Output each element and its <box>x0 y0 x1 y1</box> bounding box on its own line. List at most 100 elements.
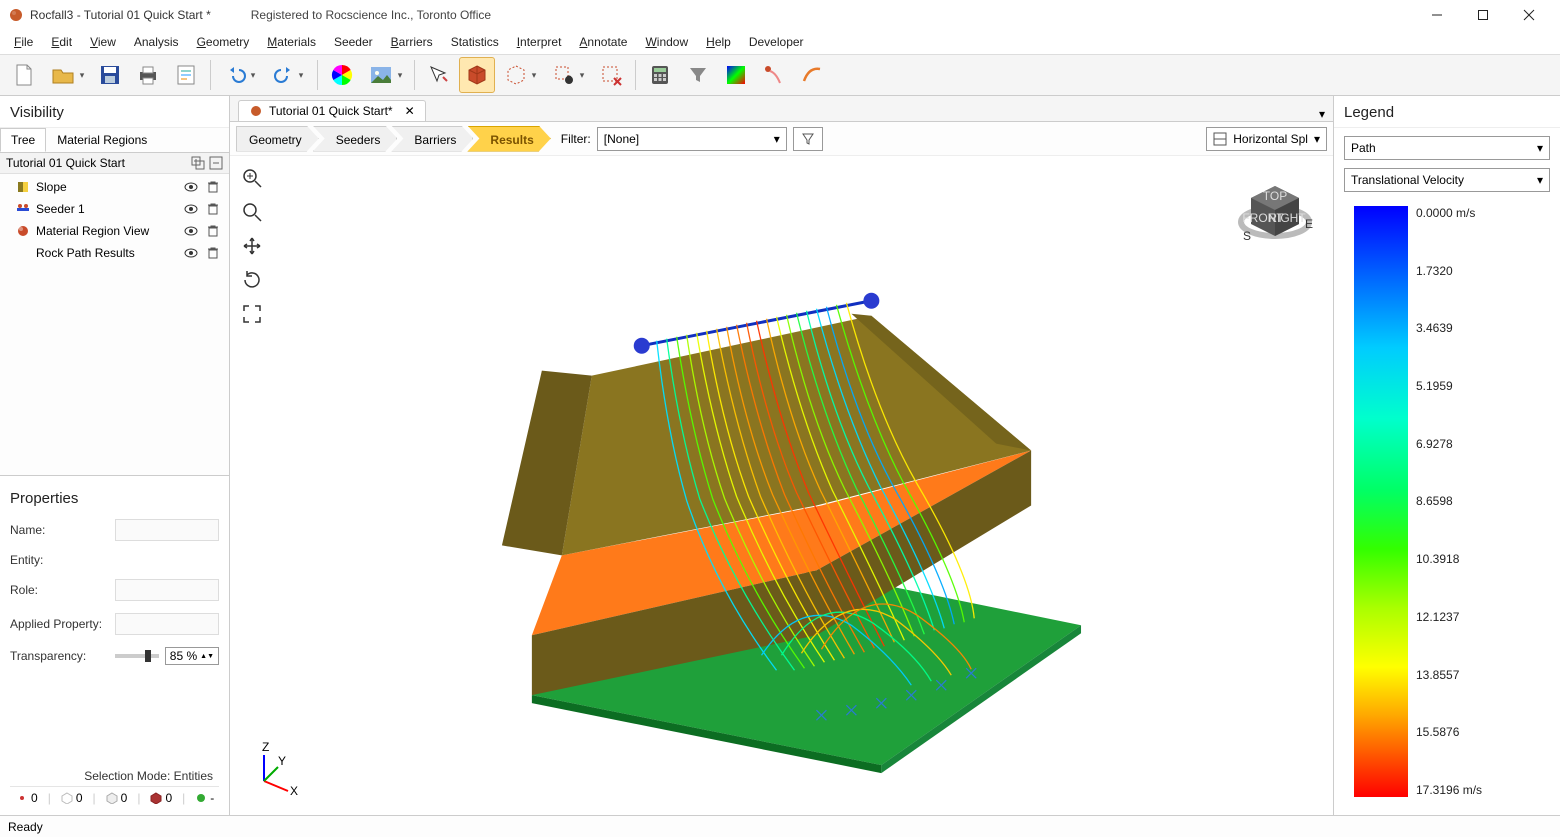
redo-button[interactable] <box>265 57 311 93</box>
color-wheel-button[interactable] <box>324 57 360 93</box>
tree-label: Slope <box>36 180 177 194</box>
compute-button[interactable] <box>642 57 678 93</box>
registration-text: Registered to Rocscience Inc., Toronto O… <box>251 8 491 22</box>
menu-annotate[interactable]: Annotate <box>571 33 635 51</box>
heatmap-button[interactable] <box>718 57 754 93</box>
legend-select-path[interactable]: Path▾ <box>1344 136 1550 160</box>
svg-text:X: X <box>290 784 298 798</box>
menu-file[interactable]: File <box>6 33 41 51</box>
filter-settings-button[interactable] <box>793 127 823 151</box>
crumb-results[interactable]: Results <box>467 126 550 152</box>
print-button[interactable] <box>130 57 166 93</box>
3d-viewport[interactable]: Z X Y TOP FRONT RIGHT S E <box>230 156 1333 815</box>
delete-icon[interactable] <box>205 179 221 195</box>
axis-gizmo: Z X Y <box>246 739 306 799</box>
visibility-tree: Slope Seeder 1 Material Region View Rock… <box>0 174 229 475</box>
menu-barriers[interactable]: Barriers <box>383 33 441 51</box>
applied-label: Applied Property: <box>10 617 115 631</box>
menu-interpret[interactable]: Interpret <box>509 33 570 51</box>
menu-help[interactable]: Help <box>698 33 739 51</box>
image-button[interactable] <box>362 57 408 93</box>
legend-panel: Legend Path▾ Translational Velocity▾ 0.0… <box>1334 96 1560 815</box>
name-field[interactable] <box>115 519 219 541</box>
edit-tool-button[interactable] <box>421 57 457 93</box>
count-edge: 0 <box>61 791 83 805</box>
role-field[interactable] <box>115 579 219 601</box>
tab-tree[interactable]: Tree <box>0 128 46 152</box>
main-toolbar <box>0 54 1560 96</box>
visibility-tabs: Tree Material Regions <box>0 128 229 153</box>
orientation-cube[interactable]: TOP FRONT RIGHT S E <box>1235 174 1315 254</box>
filter-label: Filter: <box>561 132 591 146</box>
filter-tool-button[interactable] <box>680 57 716 93</box>
status-bar: Ready <box>0 815 1560 837</box>
open-file-button[interactable] <box>44 57 90 93</box>
menu-developer[interactable]: Developer <box>741 33 812 51</box>
doc-icon <box>249 104 263 118</box>
tree-item-slope[interactable]: Slope <box>2 176 227 198</box>
menu-geometry[interactable]: Geometry <box>189 33 258 51</box>
transparency-slider[interactable] <box>115 654 159 658</box>
selection-mode-value: Entities <box>174 769 213 783</box>
maximize-button[interactable] <box>1460 0 1506 30</box>
role-label: Role: <box>10 583 115 597</box>
menu-view[interactable]: View <box>82 33 124 51</box>
tree-label: Rock Path Results <box>36 246 177 260</box>
wire-cube-button[interactable] <box>497 57 543 93</box>
tab-material-regions[interactable]: Material Regions <box>46 128 158 152</box>
visibility-toggle-icon[interactable] <box>183 245 199 261</box>
tab-menu-icon[interactable]: ▾ <box>1319 107 1325 121</box>
entity-label: Entity: <box>10 553 115 567</box>
menu-materials[interactable]: Materials <box>259 33 324 51</box>
crumb-geometry[interactable]: Geometry <box>236 126 319 152</box>
tree-item-material-region[interactable]: Material Region View <box>2 220 227 242</box>
visibility-toggle-icon[interactable] <box>183 223 199 239</box>
document-tab-label: Tutorial 01 Quick Start* <box>269 104 393 118</box>
report-button[interactable] <box>168 57 204 93</box>
deselect-button[interactable] <box>593 57 629 93</box>
close-tab-icon[interactable]: ✕ <box>405 104 415 118</box>
transparency-spinner[interactable]: 85 %▲▼ <box>165 647 219 665</box>
lock-selection-button[interactable] <box>545 57 591 93</box>
crumb-seeders[interactable]: Seeders <box>313 126 398 152</box>
close-button[interactable] <box>1506 0 1552 30</box>
slope-icon <box>16 180 30 194</box>
menu-edit[interactable]: Edit <box>43 33 80 51</box>
properties-title: Properties <box>10 482 219 513</box>
visibility-toggle-icon[interactable] <box>183 201 199 217</box>
minimize-button[interactable] <box>1414 0 1460 30</box>
tree-root-label: Tutorial 01 Quick Start <box>6 156 125 170</box>
trajectory-button[interactable] <box>756 57 792 93</box>
transparency-label: Transparency: <box>10 649 115 663</box>
window-title: Rocfall3 - Tutorial 01 Quick Start * <box>30 8 211 22</box>
menu-bar: File Edit View Analysis Geometry Materia… <box>0 30 1560 54</box>
legend-select-quantity[interactable]: Translational Velocity▾ <box>1344 168 1550 192</box>
tree-item-seeder[interactable]: Seeder 1 <box>2 198 227 220</box>
visibility-toggle-icon[interactable] <box>183 179 199 195</box>
app-icon <box>8 7 24 23</box>
menu-statistics[interactable]: Statistics <box>443 33 507 51</box>
delete-icon[interactable] <box>205 201 221 217</box>
delete-icon[interactable] <box>205 223 221 239</box>
menu-analysis[interactable]: Analysis <box>126 33 187 51</box>
applied-field[interactable] <box>115 613 219 635</box>
expand-all-icon[interactable] <box>191 156 205 170</box>
filter-select[interactable]: [None]▾ <box>597 127 787 151</box>
delete-icon[interactable] <box>205 245 221 261</box>
svg-text:Z: Z <box>262 740 269 754</box>
trajectory-orange-button[interactable] <box>794 57 830 93</box>
viewport-split-select[interactable]: Horizontal Spl▾ <box>1206 127 1327 151</box>
new-file-button[interactable] <box>6 57 42 93</box>
solid-cube-button[interactable] <box>459 57 495 93</box>
undo-button[interactable] <box>217 57 263 93</box>
menu-window[interactable]: Window <box>637 33 696 51</box>
menu-seeder[interactable]: Seeder <box>326 33 381 51</box>
tree-item-rock-paths[interactable]: Rock Path Results <box>2 242 227 264</box>
collapse-all-icon[interactable] <box>209 156 223 170</box>
svg-text:RIGHT: RIGHT <box>1268 211 1306 225</box>
crumb-barriers[interactable]: Barriers <box>391 126 473 152</box>
count-other: - <box>195 791 214 805</box>
tree-label: Material Region View <box>36 224 177 238</box>
document-tab[interactable]: Tutorial 01 Quick Start* ✕ <box>238 100 426 121</box>
save-button[interactable] <box>92 57 128 93</box>
